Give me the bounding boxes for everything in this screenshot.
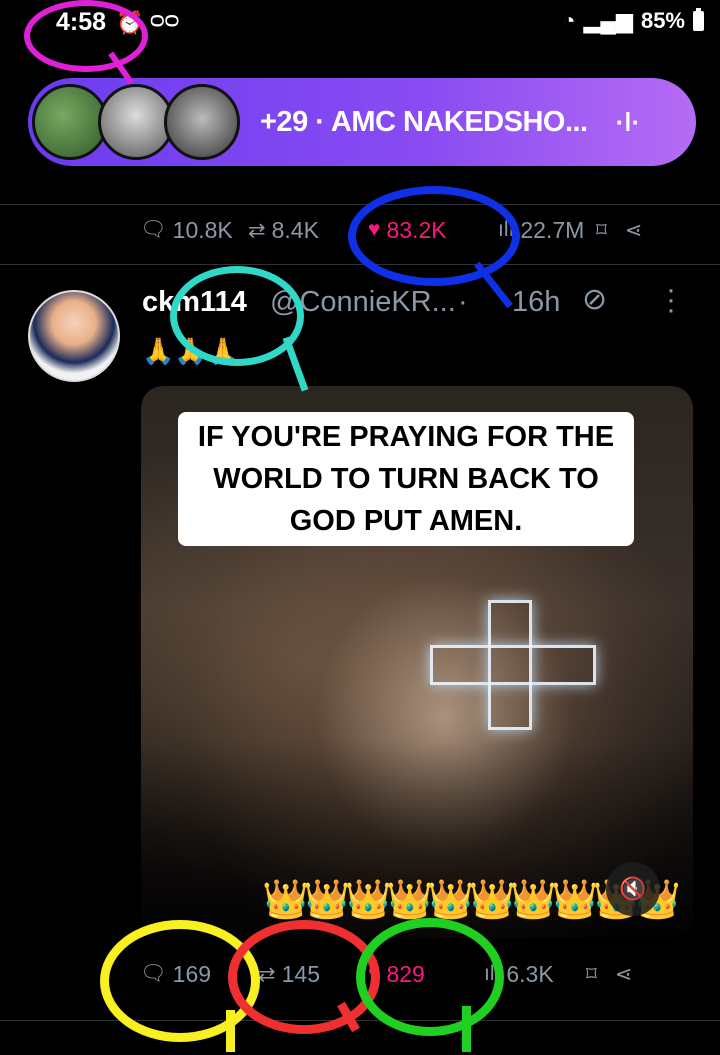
share-button[interactable]: ⋖ xyxy=(625,218,643,243)
bookmark-button[interactable]: ⌑ xyxy=(596,218,607,243)
share-icon: ⋖ xyxy=(614,962,633,986)
avatar xyxy=(32,84,108,160)
bookmark-icon: ⌑ xyxy=(586,962,597,986)
annotation-circle-blue xyxy=(348,186,520,286)
avatar xyxy=(98,84,174,160)
separator: · xyxy=(458,286,468,318)
reply-count: 10.8K xyxy=(172,216,233,243)
divider xyxy=(0,264,720,265)
annotation-circle-green xyxy=(356,918,504,1036)
divider xyxy=(0,204,720,205)
spaces-avatars xyxy=(32,84,240,160)
wifi-icon: ◔ xyxy=(562,8,576,33)
audio-wave-icon: ·ǀ· xyxy=(615,106,641,137)
mute-button[interactable]: 🔇 xyxy=(606,862,660,916)
more-icon[interactable]: · · · xyxy=(666,275,676,325)
avatar[interactable] xyxy=(28,290,120,382)
bookmark-button[interactable]: ⌑ xyxy=(586,962,597,987)
annotation-circle-magenta xyxy=(24,0,148,72)
spaces-title: +29 · AMC NAKEDSHO... xyxy=(260,105,588,138)
reply-button[interactable]: 🗨 10.8K xyxy=(140,217,236,244)
media-caption: IF YOU'RE PRAYING FOR THE WORLD TO TURN … xyxy=(178,412,634,546)
repost-button[interactable]: ⇄ 8.4K xyxy=(248,217,338,244)
divider xyxy=(0,1020,720,1021)
reply-icon: 🗨 xyxy=(140,218,167,241)
views-count: 6.3K xyxy=(506,960,554,987)
grok-icon[interactable]: ⊘ xyxy=(582,282,607,317)
status-icons: ◔ ▂▄▆ 85% xyxy=(562,8,704,34)
annotation-tail-teal xyxy=(282,336,309,392)
annotation-tail-green xyxy=(462,1006,471,1052)
battery-percent: 85% xyxy=(640,8,685,33)
cross-light xyxy=(488,600,532,730)
share-icon: ⋖ xyxy=(624,218,643,242)
views-count: 22.7M xyxy=(520,216,585,243)
voicemail-icon: ᴑᴑ xyxy=(150,6,180,33)
repost-icon: ⇄ xyxy=(248,218,266,242)
avatar xyxy=(164,84,240,160)
bookmark-icon: ⌑ xyxy=(596,218,607,242)
spaces-bar[interactable]: +29 · AMC NAKEDSHO... ·ǀ· xyxy=(28,78,696,166)
battery-icon xyxy=(693,8,704,31)
post-time[interactable]: 16h xyxy=(512,286,560,319)
annotation-tail-yellow xyxy=(226,1010,235,1052)
share-button[interactable]: ⋖ xyxy=(615,962,633,987)
annotation-circle-teal xyxy=(170,266,304,366)
speaker-mute-icon: 🔇 xyxy=(619,876,647,901)
signal-icon: ▂▄▆ xyxy=(583,8,633,33)
repost-count: 8.4K xyxy=(271,216,319,243)
